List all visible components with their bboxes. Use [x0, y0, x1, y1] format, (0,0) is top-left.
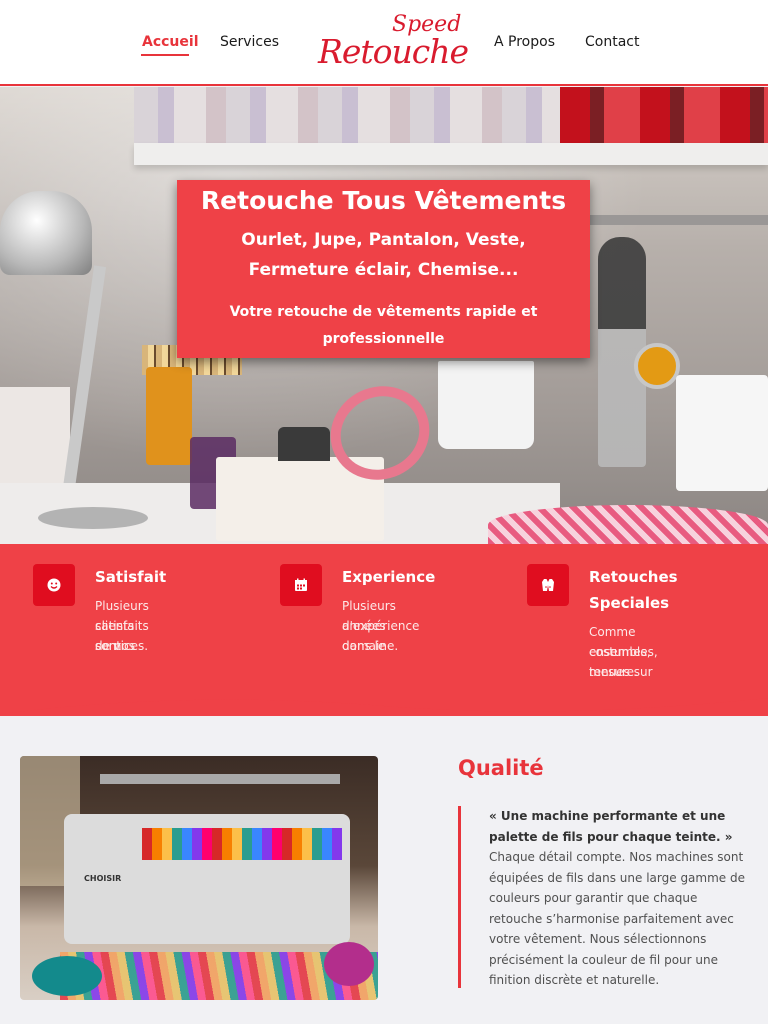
- quality-text: « Une machine performante et une palette…: [489, 806, 747, 991]
- hero-tagline-line2: professionnelle: [322, 331, 445, 347]
- hero-callout: Retouche Tous Vêtements Ourlet, Jupe, Pa…: [177, 180, 590, 358]
- feature-text-line: domaine.: [342, 639, 399, 653]
- quality-body-line: votre vêtement. Nous sélectionnons: [489, 932, 707, 946]
- hero-title: Retouche Tous Vêtements: [200, 186, 567, 215]
- nav-link-accueil[interactable]: Accueil: [142, 34, 199, 50]
- pencil-cup: [146, 367, 192, 465]
- feature-title-line: Retouches: [589, 568, 678, 586]
- nav-link-services[interactable]: Services: [220, 34, 279, 50]
- site-logo[interactable]: Speed Retouche: [312, 10, 469, 76]
- lamp-base: [38, 507, 148, 529]
- nav-link-contact[interactable]: Contact: [585, 34, 639, 50]
- features-wave-divider: [0, 680, 768, 714]
- teal-thread-skein: [32, 956, 102, 996]
- quality-body-line: finition discrète et naturelle.: [489, 973, 660, 987]
- mini-sewing-machine: [278, 427, 330, 461]
- quality-body-line: équipées de fils dans une large gamme de: [489, 870, 745, 885]
- quality-body-line: Chaque détail compte. Nos machines sont: [489, 850, 744, 864]
- thread-spools: [142, 828, 342, 860]
- quality-body-line: couleurs pour garantir que chaque: [489, 891, 698, 905]
- feature-text-line: services.: [95, 639, 149, 653]
- quote-accent-bar: [458, 806, 461, 988]
- quality-title: Qualité: [458, 756, 544, 780]
- pink-fabric: [488, 505, 768, 544]
- thread-rack: [100, 774, 340, 784]
- machine-brand-label: CHOISIR: [84, 874, 122, 883]
- wall-shelf: [134, 143, 768, 165]
- logo-retouche-text: Retouche: [318, 32, 469, 71]
- top-navigation: Accueil Services Speed Retouche A Propos…: [0, 0, 768, 86]
- red-fabric-stack: [560, 87, 768, 145]
- feature-text-line: mesure.: [589, 665, 638, 679]
- hero-subtitle-line2: Fermeture éclair, Chemise...: [248, 260, 519, 280]
- active-nav-underline: [141, 54, 189, 56]
- hero-tagline-line1: Votre retouche de vêtements rapide et: [229, 304, 538, 320]
- storage-bin: [438, 361, 534, 449]
- feature-title: Satisfait: [95, 568, 167, 586]
- quality-quote-line: palette de fils pour chaque teinte. »: [489, 829, 733, 844]
- storage-bin-right: [676, 375, 768, 491]
- desk-lamp-image: [0, 191, 92, 275]
- hero-banner: Retouche Tous Vêtements Ourlet, Jupe, Pa…: [0, 87, 768, 544]
- quality-section: CHOISIR Qualité « Une machine performant…: [0, 716, 768, 1024]
- quality-body-line: retouche s’harmonise parfaitement avec: [489, 911, 734, 926]
- rotary-cutter-image: [634, 343, 680, 389]
- quality-quote-line: « Une machine performante et une: [489, 809, 726, 823]
- vest-icon: [527, 564, 569, 606]
- smiley-icon: [33, 564, 75, 606]
- feature-title: Experience: [342, 568, 436, 586]
- feature-title-line: Speciales: [589, 594, 670, 612]
- embroidery-machine-photo: CHOISIR: [20, 756, 378, 1000]
- calendar-icon: [280, 564, 322, 606]
- quality-body-line: précisément la couleur de fil pour une: [489, 952, 718, 967]
- nav-link-a-propos[interactable]: A Propos: [494, 34, 555, 50]
- hero-subtitle-line1: Ourlet, Jupe, Pantalon, Veste,: [241, 230, 526, 250]
- purple-thread-spool: [324, 942, 374, 986]
